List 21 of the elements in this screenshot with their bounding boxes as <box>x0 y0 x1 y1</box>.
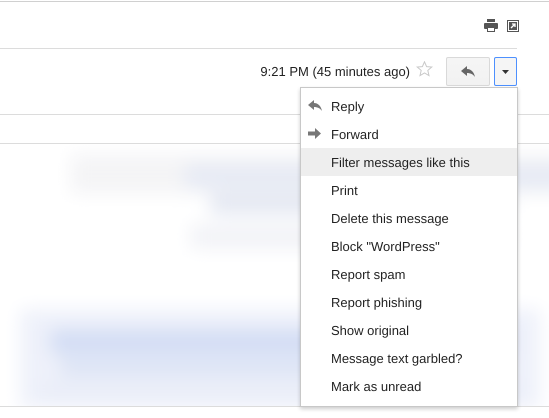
new-window-icon[interactable] <box>507 20 519 32</box>
caret-icon <box>502 70 509 74</box>
menu-item[interactable]: Delete this message <box>301 204 517 232</box>
menu-item[interactable]: Show original <box>301 316 517 344</box>
menu-item[interactable]: Report spam <box>301 260 517 288</box>
message-time: 9:21 PM (45 minutes ago) <box>260 64 410 79</box>
menu-item[interactable]: Print <box>301 176 517 204</box>
menu-item[interactable]: Message text garbled? <box>301 344 517 372</box>
menu-item[interactable]: Block "WordPress" <box>301 232 517 260</box>
more-options-button[interactable] <box>494 57 517 86</box>
menu-item[interactable]: Forward <box>301 120 517 148</box>
menu-item[interactable]: Report phishing <box>301 288 517 316</box>
print-icon[interactable] <box>484 19 498 32</box>
reply-icon <box>308 100 322 111</box>
menu-item[interactable]: Reply <box>301 92 517 120</box>
menu-item[interactable]: Filter messages like this <box>301 148 517 176</box>
menu-item[interactable]: Mark as unread <box>301 372 517 400</box>
reply-icon <box>461 66 475 77</box>
star-icon[interactable] <box>416 61 433 77</box>
reply-button[interactable] <box>446 57 490 86</box>
arrow-icon <box>308 128 321 139</box>
